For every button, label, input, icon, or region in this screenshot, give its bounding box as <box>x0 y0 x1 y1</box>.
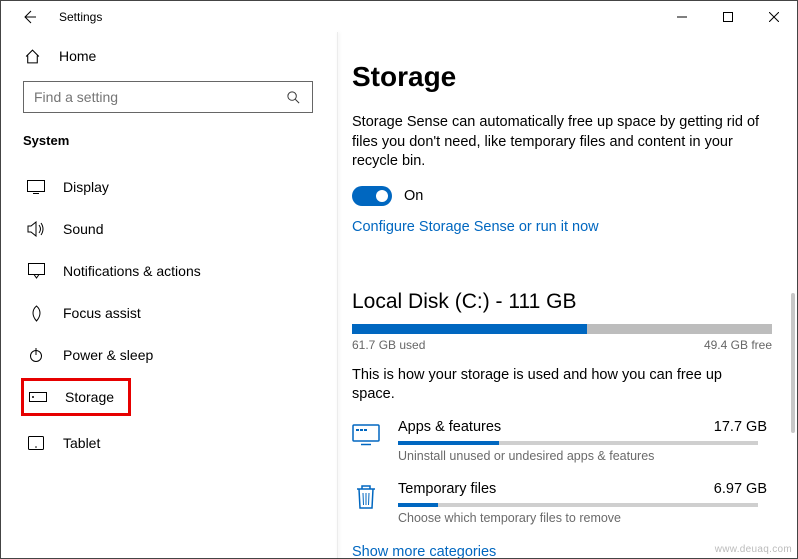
apps-icon <box>352 421 380 449</box>
toggle-label: On <box>404 188 423 204</box>
search-input[interactable] <box>23 81 313 113</box>
display-icon <box>27 178 45 196</box>
watermark: www.deuaq.com <box>715 544 792 555</box>
sidebar-item-power-sleep[interactable]: Power & sleep <box>23 334 318 376</box>
scrollbar[interactable] <box>791 293 795 433</box>
focus-assist-icon <box>27 304 45 322</box>
category-header: System <box>23 133 318 148</box>
storage-sense-toggle[interactable] <box>352 186 392 206</box>
sidebar-item-display[interactable]: Display <box>23 166 318 208</box>
category-size: 17.7 GB <box>714 419 767 435</box>
home-icon <box>23 47 41 65</box>
home-link[interactable]: Home <box>23 47 318 65</box>
disk-header: Local Disk (C:) - 111 GB <box>352 290 767 314</box>
back-button[interactable] <box>19 7 39 27</box>
page-title: Storage <box>352 61 767 93</box>
sidebar-item-label: Notifications & actions <box>63 263 201 279</box>
sidebar-item-label: Focus assist <box>63 305 141 321</box>
search-icon <box>284 88 302 106</box>
toggle-knob <box>376 190 388 202</box>
category-name: Apps & features <box>398 419 501 435</box>
sidebar-item-storage[interactable]: Storage <box>23 380 129 414</box>
disk-free-label: 49.4 GB free <box>704 338 772 352</box>
category-apps-features[interactable]: Apps & features 17.7 GB Uninstall unused… <box>352 419 767 463</box>
sidebar-item-tablet[interactable]: Tablet <box>23 422 318 464</box>
sidebar-item-label: Tablet <box>63 435 100 451</box>
sidebar-item-notifications[interactable]: Notifications & actions <box>23 250 318 292</box>
trash-icon <box>352 483 380 511</box>
sidebar-item-label: Display <box>63 179 109 195</box>
category-name: Temporary files <box>398 481 496 497</box>
power-icon <box>27 346 45 364</box>
category-sub: Uninstall unused or undesired apps & fea… <box>398 449 767 463</box>
storage-icon <box>29 388 47 406</box>
configure-storage-sense-link[interactable]: Configure Storage Sense or run it now <box>352 219 599 235</box>
sound-icon <box>27 220 45 238</box>
category-bar <box>398 441 758 445</box>
window-title: Settings <box>59 10 102 24</box>
sidebar-item-sound[interactable]: Sound <box>23 208 318 250</box>
category-sub: Choose which temporary files to remove <box>398 511 767 525</box>
close-button[interactable] <box>751 1 797 33</box>
sidebar-item-focus-assist[interactable]: Focus assist <box>23 292 318 334</box>
search-field[interactable] <box>34 89 284 105</box>
minimize-button[interactable] <box>659 1 705 33</box>
storage-sense-description: Storage Sense can automatically free up … <box>352 113 767 172</box>
disk-used-fill <box>352 324 587 334</box>
category-size: 6.97 GB <box>714 481 767 497</box>
maximize-button[interactable] <box>705 1 751 33</box>
home-label: Home <box>59 48 96 64</box>
sidebar-item-label: Power & sleep <box>63 347 153 363</box>
disk-used-label: 61.7 GB used <box>352 338 425 352</box>
tablet-icon <box>27 434 45 452</box>
sidebar-item-label: Storage <box>65 389 114 405</box>
usage-description: This is how your storage is used and how… <box>352 366 767 405</box>
category-temporary-files[interactable]: Temporary files 6.97 GB Choose which tem… <box>352 481 767 525</box>
show-more-categories-link[interactable]: Show more categories <box>352 544 496 558</box>
category-bar <box>398 503 758 507</box>
notifications-icon <box>27 262 45 280</box>
sidebar-item-label: Sound <box>63 221 103 237</box>
disk-usage-bar <box>352 324 772 334</box>
